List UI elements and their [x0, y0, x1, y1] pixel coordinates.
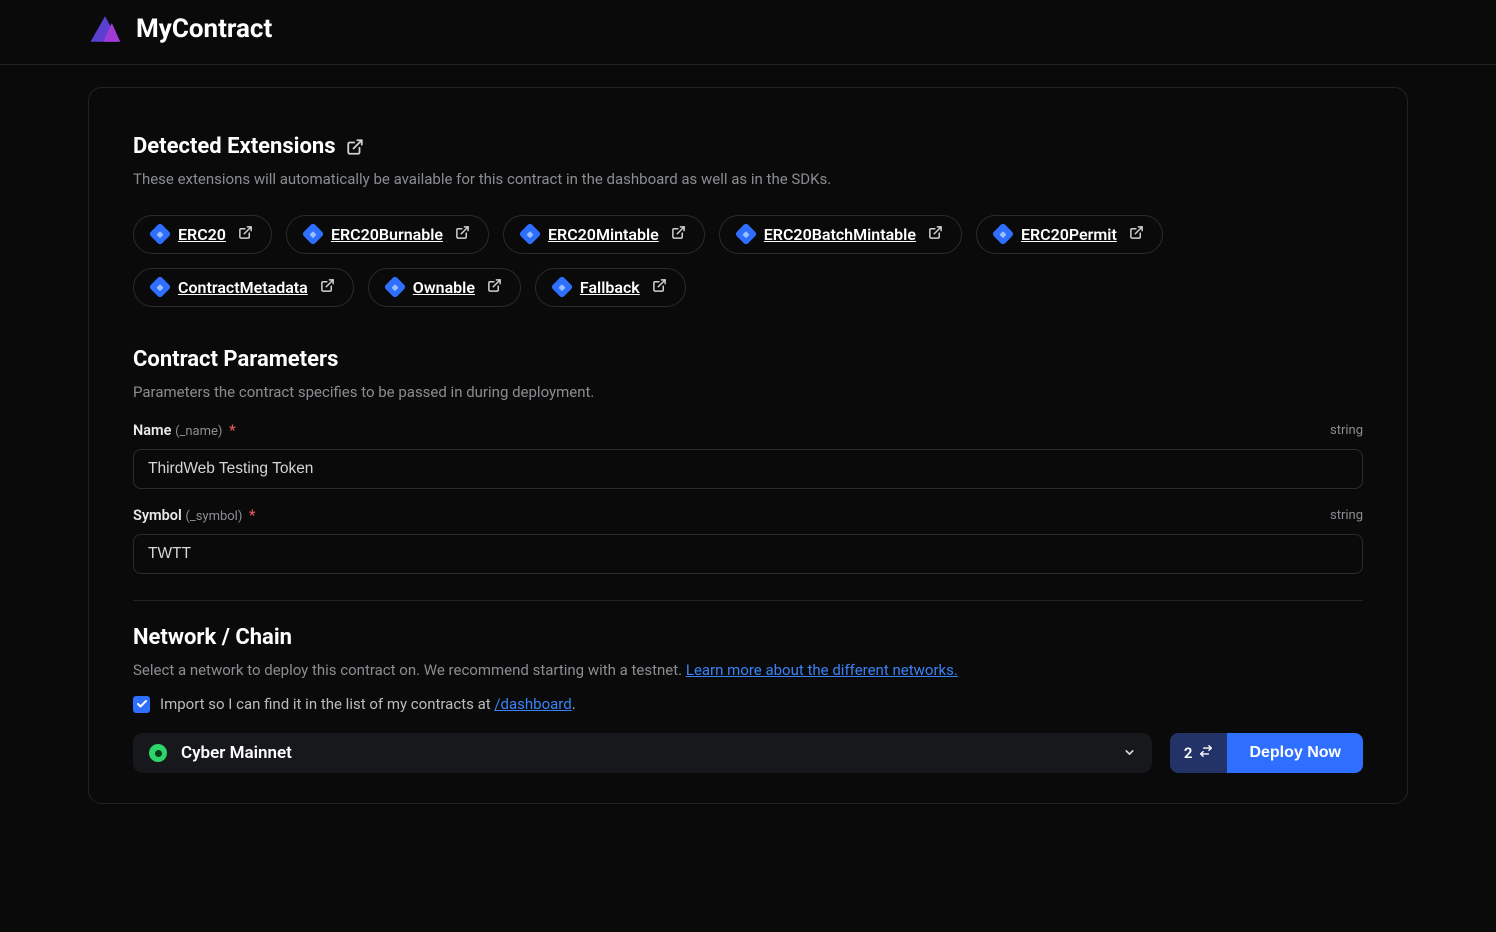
learn-more-link[interactable]: Learn more about the different networks.	[686, 661, 958, 679]
name-param-text: (_name)	[175, 424, 222, 439]
name-type: string	[1330, 423, 1363, 438]
extension-chip-ownable[interactable]: Ownable	[368, 268, 521, 307]
network-selected: Cyber Mainnet	[181, 743, 292, 763]
network-select[interactable]: Cyber Mainnet	[133, 733, 1152, 773]
checkbox-checked-icon[interactable]	[133, 696, 150, 713]
header: MyContract	[0, 0, 1496, 65]
symbol-label-text: Symbol	[133, 507, 182, 524]
extensions-description: These extensions will automatically be a…	[133, 169, 1363, 191]
deploy-now-button[interactable]: Deploy Now	[1227, 733, 1363, 773]
extension-chip-erc20permit[interactable]: ERC20Permit	[976, 215, 1163, 254]
import-label-suffix: .	[572, 695, 576, 713]
extension-label: ERC20	[178, 225, 226, 244]
deploy-group: 2 Deploy Now	[1170, 733, 1363, 773]
extension-chip-erc20burnable[interactable]: ERC20Burnable	[286, 215, 489, 254]
external-link-icon	[455, 225, 470, 244]
extension-badge-icon	[992, 223, 1015, 246]
logo-icon	[88, 14, 122, 44]
swap-icon	[1199, 744, 1213, 762]
name-label-text: Name	[133, 422, 171, 439]
required-asterisk: *	[249, 507, 256, 524]
name-field[interactable]	[133, 449, 1363, 489]
network-title: Network / Chain	[133, 625, 1363, 650]
name-label: Name (_name) *	[133, 422, 236, 439]
field-row-symbol: Symbol (_symbol) * string	[133, 507, 1363, 524]
extension-badge-icon	[551, 276, 574, 299]
import-label: Import so I can find it in the list of m…	[160, 695, 576, 713]
extension-badge-icon	[149, 223, 172, 246]
network-description: Select a network to deploy this contract…	[133, 660, 1363, 682]
params-description: Parameters the contract specifies to be …	[133, 382, 1363, 404]
extension-label: Fallback	[580, 278, 640, 297]
extension-chip-fallback[interactable]: Fallback	[535, 268, 686, 307]
bottom-row: Cyber Mainnet 2 Deploy Now	[133, 733, 1363, 773]
extension-label: ERC20Permit	[1021, 225, 1117, 244]
extension-chip-erc20batchmintable[interactable]: ERC20BatchMintable	[719, 215, 962, 254]
import-checkbox-line[interactable]: Import so I can find it in the list of m…	[133, 695, 1363, 713]
network-desc-text: Select a network to deploy this contract…	[133, 661, 686, 679]
extension-badge-icon	[302, 223, 325, 246]
extensions-title: Detected Extensions	[133, 134, 336, 159]
external-link-icon	[320, 278, 335, 297]
extension-chip-contractmetadata[interactable]: ContractMetadata	[133, 268, 354, 307]
symbol-field[interactable]	[133, 534, 1363, 574]
network-status-icon	[149, 744, 167, 762]
symbol-param-text: (_symbol)	[185, 509, 242, 524]
main-card: Detected Extensions These extensions wil…	[88, 87, 1408, 804]
external-link-icon	[928, 225, 943, 244]
symbol-label: Symbol (_symbol) *	[133, 507, 256, 524]
symbol-type: string	[1330, 508, 1363, 523]
external-link-icon	[238, 225, 253, 244]
extension-badge-icon	[734, 223, 757, 246]
import-label-prefix: Import so I can find it in the list of m…	[160, 695, 494, 713]
external-link-icon	[346, 138, 364, 156]
extension-label: ERC20BatchMintable	[764, 225, 916, 244]
extension-chip-erc20[interactable]: ERC20	[133, 215, 272, 254]
extension-label: Ownable	[413, 278, 475, 297]
extension-badge-icon	[149, 276, 172, 299]
external-link-icon	[487, 278, 502, 297]
step-indicator[interactable]: 2	[1170, 733, 1228, 773]
chevron-down-icon	[1123, 744, 1136, 763]
extension-badge-icon	[519, 223, 542, 246]
extension-chip-erc20mintable[interactable]: ERC20Mintable	[503, 215, 705, 254]
divider	[133, 600, 1363, 601]
extension-label: ERC20Burnable	[331, 225, 443, 244]
step-count: 2	[1184, 744, 1193, 762]
external-link-icon	[671, 225, 686, 244]
extensions-chips: ERC20 ERC20Burnable ERC20Mintable ERC20Batc…	[133, 215, 1363, 307]
dashboard-link[interactable]: /dashboard	[494, 695, 571, 713]
required-asterisk: *	[229, 422, 236, 439]
page-title: MyContract	[136, 14, 272, 44]
extension-badge-icon	[383, 276, 406, 299]
extension-label: ERC20Mintable	[548, 225, 659, 244]
extension-label: ContractMetadata	[178, 278, 308, 297]
external-link-icon	[652, 278, 667, 297]
params-title: Contract Parameters	[133, 347, 1363, 372]
field-row-name: Name (_name) * string	[133, 422, 1363, 439]
external-link-icon	[1129, 225, 1144, 244]
extensions-header[interactable]: Detected Extensions	[133, 134, 1363, 159]
